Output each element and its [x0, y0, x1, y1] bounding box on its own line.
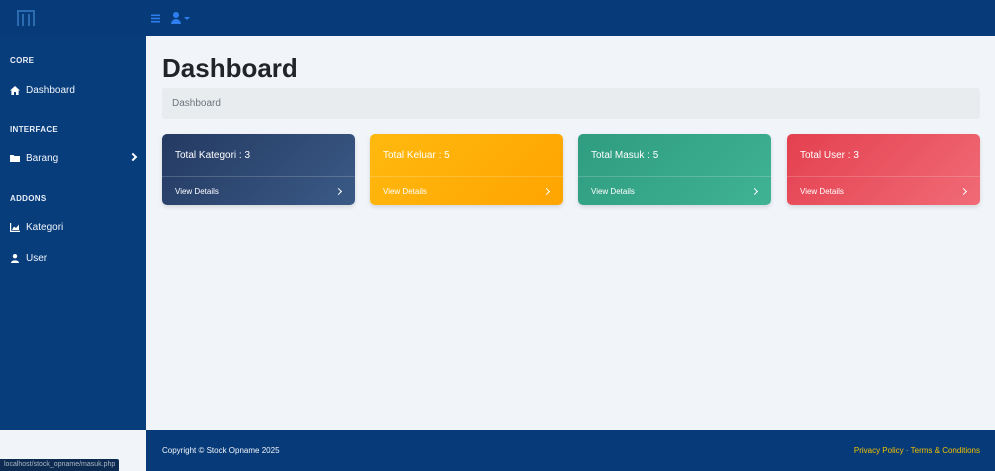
sidebar-item-label: Kategori — [26, 221, 64, 233]
view-details-label: View Details — [175, 186, 219, 196]
user-icon — [171, 12, 181, 24]
top-navbar — [0, 0, 995, 36]
card-total-masuk: Total Masuk : 5 View Details — [578, 134, 771, 205]
card-title: Total Keluar : 5 — [370, 134, 563, 177]
folder-icon — [10, 153, 20, 163]
view-details-link[interactable]: View Details — [787, 177, 980, 205]
footer-links: Privacy Policy · Terms & Conditions — [854, 446, 980, 455]
footer-separator: · — [905, 446, 909, 455]
brand[interactable] — [0, 0, 146, 36]
card-title: Total User : 3 — [787, 134, 980, 177]
view-details-label: View Details — [800, 186, 844, 196]
user-icon — [10, 253, 20, 263]
sidebar-heading-addons: ADDONS — [10, 194, 47, 203]
user-dropdown[interactable] — [171, 12, 190, 24]
card-total-keluar: Total Keluar : 5 View Details — [370, 134, 563, 205]
sidebar-item-user[interactable]: User — [0, 247, 146, 269]
page-title: Dashboard — [162, 53, 298, 83]
sidebar-toggle-button[interactable] — [151, 14, 165, 23]
status-url: localhost/stock_opname/masuk.php — [0, 459, 120, 471]
sidebar-item-barang[interactable]: Barang — [0, 147, 146, 169]
copyright-text: Copyright © Stock Opname 2025 — [162, 446, 280, 455]
chevron-right-icon — [542, 187, 551, 195]
home-icon — [10, 85, 20, 95]
sidebar-item-label: User — [26, 252, 48, 264]
card-total-user: Total User : 3 View Details — [787, 134, 980, 205]
card-title: Total Masuk : 5 — [578, 134, 771, 177]
sidebar: CORE Dashboard INTERFACE Barang ADDONS K… — [0, 36, 146, 430]
sidebar-item-label: Dashboard — [26, 84, 75, 96]
page-footer: Copyright © Stock Opname 2025 Privacy Po… — [146, 430, 995, 471]
breadcrumb-item: Dashboard — [172, 98, 221, 109]
chevron-right-icon — [750, 187, 759, 195]
main-content: Dashboard Dashboard Total Kategori : 3 V… — [146, 36, 995, 430]
sidebar-item-kategori[interactable]: Kategori — [0, 216, 146, 238]
sidebar-heading-interface: INTERFACE — [10, 125, 59, 134]
card-title: Total Kategori : 3 — [162, 134, 355, 177]
brand-logo[interactable] — [17, 10, 35, 26]
sidebar-item-label: Barang — [26, 152, 59, 164]
terms-link[interactable]: Terms & Conditions — [911, 446, 980, 455]
chevron-right-icon — [959, 187, 968, 195]
chevron-right-icon — [334, 187, 343, 195]
privacy-policy-link[interactable]: Privacy Policy — [854, 446, 904, 455]
breadcrumb: Dashboard — [162, 88, 980, 119]
bars-icon — [151, 14, 160, 22]
view-details-link[interactable]: View Details — [370, 177, 563, 205]
sidebar-heading-core: CORE — [10, 56, 35, 65]
view-details-link[interactable]: View Details — [578, 177, 771, 205]
view-details-link[interactable]: View Details — [162, 177, 355, 205]
view-details-label: View Details — [591, 186, 635, 196]
caret-down-icon — [184, 16, 190, 20]
view-details-label: View Details — [383, 186, 427, 196]
chart-area-icon — [10, 222, 20, 232]
sidebar-item-dashboard[interactable]: Dashboard — [0, 79, 146, 101]
chevron-right-icon — [128, 152, 138, 162]
card-total-kategori: Total Kategori : 3 View Details — [162, 134, 355, 205]
